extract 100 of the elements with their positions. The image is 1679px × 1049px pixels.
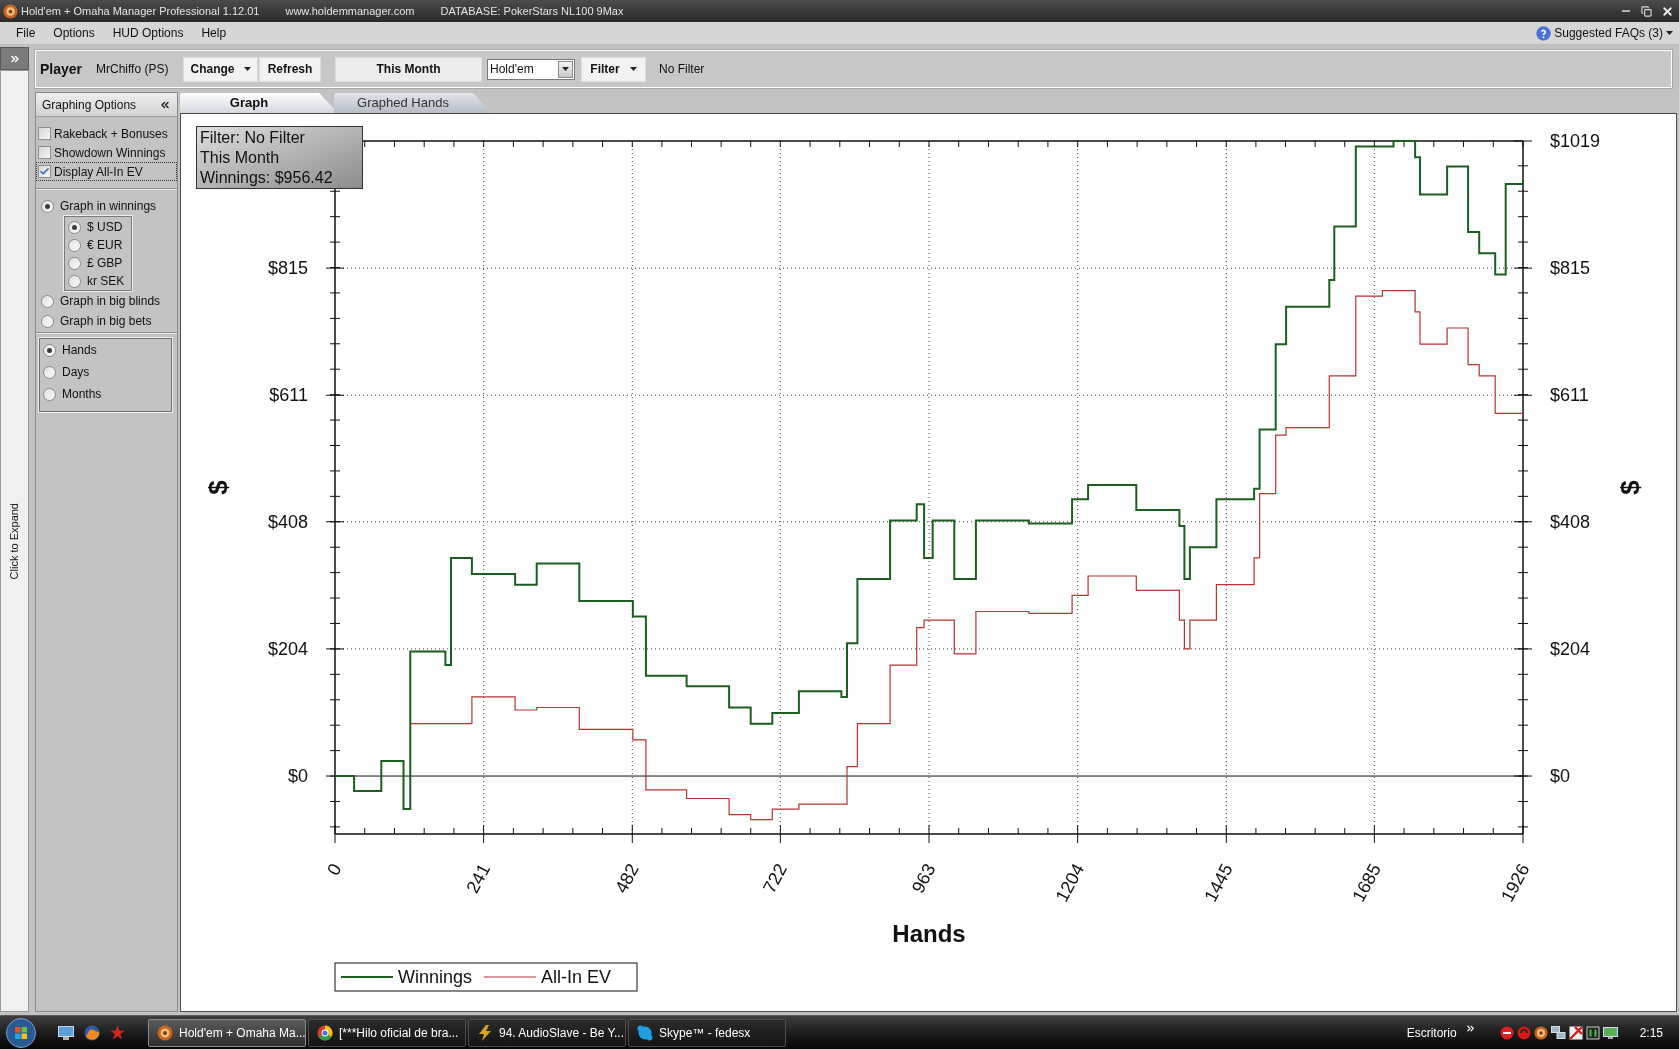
info-line: Filter: No Filter bbox=[200, 127, 306, 148]
chip-icon bbox=[1533, 1025, 1548, 1040]
expand-button[interactable] bbox=[0, 47, 29, 70]
radio-button[interactable] bbox=[68, 220, 81, 234]
restore-icon[interactable] bbox=[1641, 5, 1652, 17]
chip-icon bbox=[157, 1024, 173, 1041]
toolbar-button[interactable]: Change bbox=[183, 56, 258, 82]
checkbox-row[interactable]: Showdown Winnings bbox=[36, 143, 177, 162]
radio-button[interactable] bbox=[41, 294, 54, 308]
caret-icon bbox=[1666, 31, 1673, 35]
x-tick-label: 1204 bbox=[1051, 860, 1089, 906]
menu-item[interactable]: Options bbox=[44, 24, 104, 42]
radio-label: $ USD bbox=[87, 219, 123, 236]
info-line: This Month bbox=[200, 147, 281, 168]
toolbar-button[interactable]: Refresh bbox=[259, 56, 321, 82]
segmented-circle-icon bbox=[317, 1024, 333, 1041]
two-screens-icon[interactable] bbox=[1550, 1025, 1566, 1040]
y-tick-label: $204 bbox=[1550, 638, 1591, 659]
bars-icon[interactable] bbox=[1585, 1025, 1600, 1040]
x-tick-label: 0 bbox=[323, 860, 346, 879]
filter-button[interactable]: Filter bbox=[581, 56, 646, 82]
legend-label: Winnings bbox=[398, 967, 473, 987]
monitor-icon[interactable] bbox=[58, 1025, 74, 1040]
tab[interactable]: Graphed Hands bbox=[334, 93, 492, 113]
help-icon bbox=[1536, 25, 1552, 41]
radio-button[interactable] bbox=[68, 238, 81, 252]
radio-button[interactable] bbox=[68, 256, 81, 270]
axis-title: $ bbox=[1615, 480, 1645, 495]
radio-button[interactable] bbox=[68, 274, 81, 288]
y-tick-label: $408 bbox=[1550, 511, 1591, 532]
cloud-icon bbox=[637, 1024, 653, 1041]
radio-label: Graph in big bets bbox=[60, 313, 152, 330]
axis-title: Hands bbox=[892, 920, 966, 947]
taskbar-button[interactable]: Skype™ - fedesx bbox=[628, 1018, 786, 1047]
legend-label: All-In EV bbox=[541, 967, 612, 987]
radio-label: Hands bbox=[62, 342, 97, 359]
radio-label: Months bbox=[62, 386, 102, 403]
orb-icon[interactable] bbox=[6, 1017, 36, 1048]
checkbox[interactable] bbox=[38, 146, 51, 159]
faq-menu[interactable]: Suggested FAQs (3) bbox=[1536, 24, 1673, 42]
database-label: DATABASE: PokerStars NL100 9Max bbox=[440, 3, 624, 19]
checkbox-row[interactable]: Display All-In EV bbox=[36, 162, 177, 181]
checkbox[interactable] bbox=[38, 165, 51, 178]
info-line: Winnings: $956.42 bbox=[200, 167, 334, 188]
window-title: Hold'em + Omaha Manager Professional 1.12.01 bbox=[21, 3, 260, 19]
radio-label: kr SEK bbox=[87, 273, 125, 290]
radio-button[interactable] bbox=[43, 343, 56, 357]
period-button[interactable]: This Month bbox=[335, 56, 482, 82]
website-label: www.holdemmanager.com bbox=[285, 3, 415, 19]
y-tick-label: $204 bbox=[267, 638, 308, 659]
taskbar-button[interactable]: 94. AudioSlave - Be Y... bbox=[468, 1018, 626, 1047]
radio-label: € EUR bbox=[87, 237, 123, 254]
radio-button[interactable] bbox=[41, 199, 54, 213]
checkbox-row[interactable]: Rakeback + Bonuses bbox=[36, 124, 177, 143]
menu-item[interactable]: HUD Options bbox=[103, 24, 193, 42]
radio-button[interactable] bbox=[43, 365, 56, 379]
monitor-icon[interactable] bbox=[1602, 1025, 1618, 1040]
x-tick-label: 241 bbox=[462, 860, 495, 897]
y-tick-label: $408 bbox=[267, 511, 308, 532]
x-tick-label: 722 bbox=[759, 860, 791, 897]
x-tick-label: 1926 bbox=[1497, 860, 1534, 906]
radio-button[interactable] bbox=[41, 314, 54, 328]
minus-circle-icon[interactable] bbox=[1499, 1025, 1514, 1040]
x-tick-label: 1445 bbox=[1200, 860, 1237, 906]
checkbox-label: Showdown Winnings bbox=[54, 144, 166, 162]
close-icon[interactable] bbox=[1661, 4, 1674, 18]
double-chevron-icon[interactable] bbox=[1464, 1023, 1476, 1034]
y-tick-label: $815 bbox=[267, 258, 308, 279]
star-icon[interactable] bbox=[110, 1025, 125, 1040]
checkbox[interactable] bbox=[38, 127, 51, 140]
globe-icon[interactable] bbox=[84, 1024, 100, 1041]
bolt-icon bbox=[477, 1024, 493, 1041]
x-tick-label: 963 bbox=[907, 860, 940, 897]
menu-item[interactable]: Help bbox=[192, 24, 236, 42]
menu-item[interactable]: File bbox=[7, 24, 45, 42]
player-label: Player bbox=[40, 59, 84, 79]
radio-label: Graph in big blinds bbox=[60, 293, 161, 310]
filter-status: No Filter bbox=[659, 61, 705, 78]
radio-label: Graph in winnings bbox=[60, 198, 157, 215]
crossed-square-icon[interactable] bbox=[1568, 1025, 1583, 1040]
radio-label: Days bbox=[62, 364, 90, 381]
desktop-toolbar-label[interactable]: Escritorio bbox=[1406, 1023, 1457, 1042]
taskbar-button[interactable]: [***Hilo oficial de bra... bbox=[308, 1018, 466, 1047]
arc-circle-icon[interactable] bbox=[1516, 1025, 1531, 1040]
player-name: MrChiffo (PS) bbox=[96, 61, 170, 78]
axis-title: $ bbox=[203, 480, 233, 495]
y-tick-label: $0 bbox=[287, 766, 308, 787]
x-tick-label: 1685 bbox=[1348, 860, 1385, 906]
panel-title: Graphing Options bbox=[42, 96, 137, 114]
y-tick-label: $611 bbox=[269, 385, 308, 406]
game-select[interactable]: Hold'em bbox=[487, 58, 575, 80]
radio-label: £ GBP bbox=[87, 255, 123, 272]
x-tick-label: 482 bbox=[611, 860, 643, 897]
check-icon bbox=[39, 166, 50, 177]
y-tick-label: $1019 bbox=[1550, 131, 1601, 151]
taskbar-button[interactable]: Hold'em + Omaha Ma... bbox=[148, 1018, 306, 1047]
expand-label[interactable]: Click to Expand bbox=[6, 502, 23, 580]
checkbox-label: Display All-In EV bbox=[54, 163, 143, 181]
radio-button[interactable] bbox=[43, 387, 56, 401]
y-tick-label: $815 bbox=[1550, 258, 1591, 279]
